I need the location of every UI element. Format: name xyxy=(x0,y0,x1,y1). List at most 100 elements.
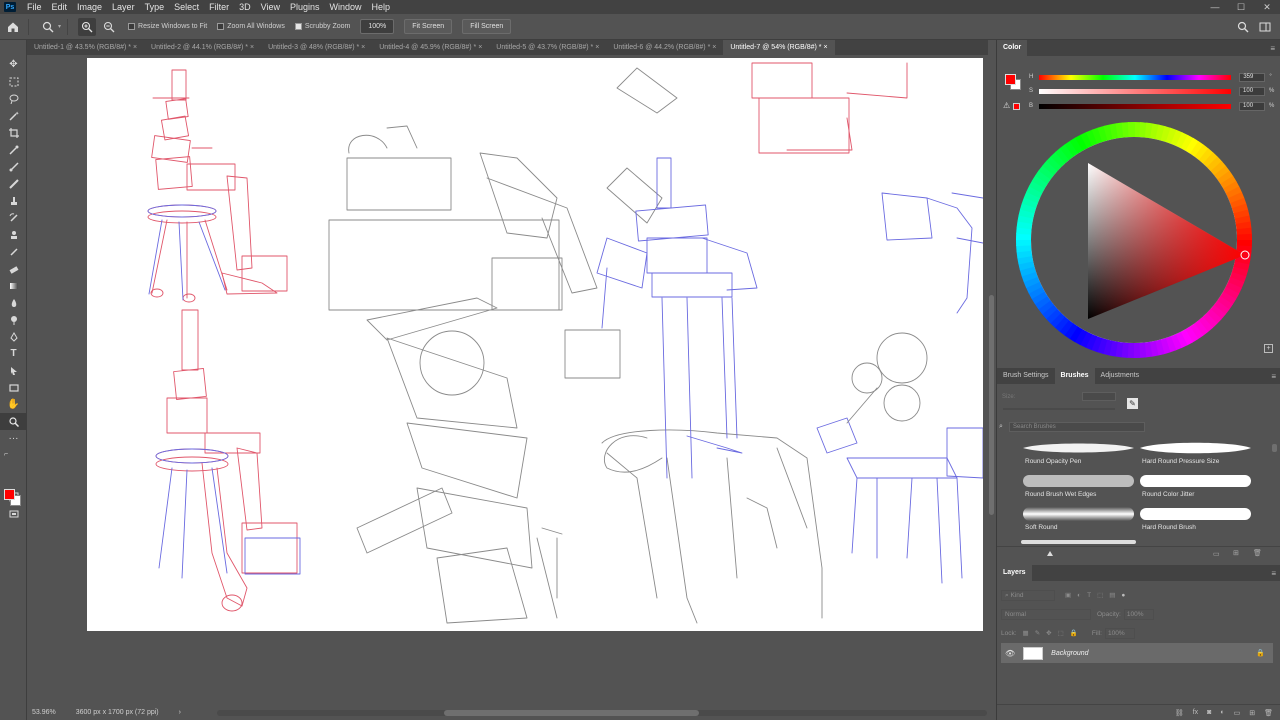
color-fg-swatch[interactable] xyxy=(1005,74,1016,85)
screen-mode-icon[interactable] xyxy=(0,505,27,522)
layer-kind-filter[interactable]: ⌕ Kind xyxy=(1001,589,1055,601)
size-field[interactable] xyxy=(1082,392,1116,401)
zoom-tool-preset-icon[interactable] xyxy=(39,18,57,36)
tab-untitled-6[interactable]: Untitled-6 @ 44.2% (RGB/8#) * × xyxy=(606,40,723,55)
menu-plugins[interactable]: Plugins xyxy=(285,0,325,14)
lock-transparent-icon[interactable]: ▦ xyxy=(1023,629,1029,637)
move-tool-icon[interactable]: ✥ xyxy=(0,56,27,73)
group-icon[interactable]: ▭ xyxy=(1234,709,1241,717)
color-wheel[interactable] xyxy=(997,116,1280,366)
layer-name[interactable]: Background xyxy=(1051,650,1088,657)
scrubby-zoom-checkbox[interactable]: Scrubby Zoom xyxy=(294,23,350,30)
delete-icon[interactable]: 🗑 xyxy=(1253,549,1262,557)
magic-wand-tool-icon[interactable]: ✦ xyxy=(0,107,27,124)
minimize-button[interactable]: — xyxy=(1202,0,1228,14)
adjustment-filter-icon[interactable]: ◐ xyxy=(1077,592,1081,599)
link-layers-icon[interactable]: ⛓ xyxy=(1175,709,1184,717)
photoshop-logo-icon[interactable]: Ps xyxy=(4,2,16,12)
zoom-percent-field[interactable]: 100% xyxy=(360,19,395,34)
history-brush-tool-icon[interactable] xyxy=(0,209,27,226)
zoom-level-readout[interactable]: 53.96% xyxy=(32,709,56,716)
menu-filter[interactable]: Filter xyxy=(204,0,234,14)
eyedropper-tool-icon[interactable] xyxy=(0,141,27,158)
swap-colors-icon[interactable]: ⌐ xyxy=(0,450,27,458)
pencil-tool-icon[interactable] xyxy=(0,175,27,192)
saturation-slider[interactable] xyxy=(1039,88,1232,94)
brushes-scroll-thumb[interactable] xyxy=(1272,444,1277,452)
hue-slider[interactable] xyxy=(1039,74,1232,80)
close-icon[interactable]: × xyxy=(250,44,254,51)
close-icon[interactable]: × xyxy=(595,44,599,51)
lock-position-icon[interactable]: ✥ xyxy=(1046,629,1051,637)
brush-tool-icon[interactable] xyxy=(0,158,27,175)
folder-icon[interactable]: ▭ xyxy=(1213,550,1220,558)
tab-adjustments[interactable]: Adjustments xyxy=(1095,368,1146,384)
layer-background[interactable]: 👁 Background 🔒 xyxy=(1001,643,1273,663)
filter-toggle-icon[interactable]: ● xyxy=(1121,592,1125,599)
menu-edit[interactable]: Edit xyxy=(47,0,73,14)
marquee-tool-icon[interactable] xyxy=(0,73,27,90)
fill-field[interactable]: 100% xyxy=(1104,627,1135,639)
hand-tool-icon[interactable]: ✋ xyxy=(0,396,27,413)
layer-mask-icon[interactable]: ◙ xyxy=(1207,709,1211,716)
eraser-tool-icon[interactable] xyxy=(0,260,27,277)
foreground-color-swatch[interactable] xyxy=(4,489,15,500)
gradient-tool-icon[interactable] xyxy=(0,277,27,294)
more-tools-icon[interactable]: ··· xyxy=(0,430,27,447)
close-icon[interactable]: × xyxy=(361,44,365,51)
canvas-area[interactable] xyxy=(27,55,988,705)
vertical-scrollbar[interactable] xyxy=(988,55,996,705)
zoom-in-icon[interactable] xyxy=(78,17,97,36)
clone-stamp-tool-icon[interactable] xyxy=(0,192,27,209)
opacity-field[interactable]: 100% xyxy=(1123,608,1154,620)
brush-hard-round-pressure-size[interactable]: Hard Round Pressure Size xyxy=(1138,440,1253,470)
menu-type[interactable]: Type xyxy=(140,0,170,14)
lock-image-icon[interactable]: ✎ xyxy=(1035,629,1040,637)
stamp-tool-icon[interactable] xyxy=(0,226,27,243)
type-tool-icon[interactable]: T xyxy=(0,345,27,362)
lock-artboard-icon[interactable]: ⬚ xyxy=(1058,629,1064,637)
menu-select[interactable]: Select xyxy=(169,0,204,14)
tab-untitled-5[interactable]: Untitled-5 @ 43.7% (RGB/8#) * × xyxy=(489,40,606,55)
menu-3d[interactable]: 3D xyxy=(234,0,256,14)
tab-untitled-1[interactable]: Untitled-1 @ 43.5% (RGB/8#) * × xyxy=(27,40,144,55)
menu-layer[interactable]: Layer xyxy=(107,0,140,14)
zoom-out-icon[interactable] xyxy=(100,18,118,36)
saturation-value[interactable]: 100 xyxy=(1239,86,1266,96)
zoom-all-windows-checkbox[interactable]: Zoom All Windows xyxy=(217,23,285,30)
layer-style-icon[interactable]: fx xyxy=(1193,709,1198,716)
path-selection-tool-icon[interactable] xyxy=(0,362,27,379)
crop-tool-icon[interactable] xyxy=(0,124,27,141)
brush-round-brush-wet-edges[interactable]: Round Brush Wet Edges xyxy=(1021,473,1136,503)
tab-color[interactable]: Color xyxy=(997,40,1028,56)
close-icon[interactable]: × xyxy=(133,44,137,51)
new-brush-icon[interactable]: ✎ xyxy=(1127,398,1138,409)
close-icon[interactable]: × xyxy=(712,44,716,51)
close-window-button[interactable]: ✕ xyxy=(1254,0,1280,14)
eye-icon[interactable]: 👁 xyxy=(1005,649,1015,658)
horizontal-scrollbar[interactable] xyxy=(217,710,987,716)
close-icon[interactable]: × xyxy=(478,44,482,51)
new-preset-icon[interactable]: ⊞ xyxy=(1233,549,1239,557)
rectangle-tool-icon[interactable] xyxy=(0,379,27,396)
tab-untitled-2[interactable]: Untitled-2 @ 44.1% (RGB/8#) * × xyxy=(144,40,261,55)
type-filter-icon[interactable]: T xyxy=(1087,592,1091,599)
art-history-brush-icon[interactable] xyxy=(0,243,27,260)
blur-tool-icon[interactable] xyxy=(0,294,27,311)
dodge-tool-icon[interactable] xyxy=(0,311,27,328)
menu-image[interactable]: Image xyxy=(72,0,107,14)
menu-help[interactable]: Help xyxy=(367,0,396,14)
tab-untitled-7[interactable]: Untitled-7 @ 54% (RGB/8#) * × xyxy=(723,40,835,55)
chevron-down-icon[interactable]: ▾ xyxy=(58,23,61,30)
brush-round-opacity-pen[interactable]: Round Opacity Pen xyxy=(1021,440,1136,470)
adjustment-layer-icon[interactable]: ◐ xyxy=(1220,709,1224,716)
add-to-swatches-icon[interactable]: + xyxy=(1264,344,1273,353)
brightness-value[interactable]: 100 xyxy=(1239,101,1266,111)
brush-soft-round[interactable]: Soft Round xyxy=(1021,506,1136,536)
fit-screen-button[interactable]: Fit Screen xyxy=(404,19,453,34)
status-arrow-icon[interactable]: › xyxy=(179,709,181,716)
horizontal-scroll-thumb[interactable] xyxy=(444,710,699,716)
home-icon[interactable] xyxy=(4,18,22,36)
lock-all-icon[interactable]: 🔒 xyxy=(1070,629,1078,637)
lasso-tool-icon[interactable] xyxy=(0,90,27,107)
